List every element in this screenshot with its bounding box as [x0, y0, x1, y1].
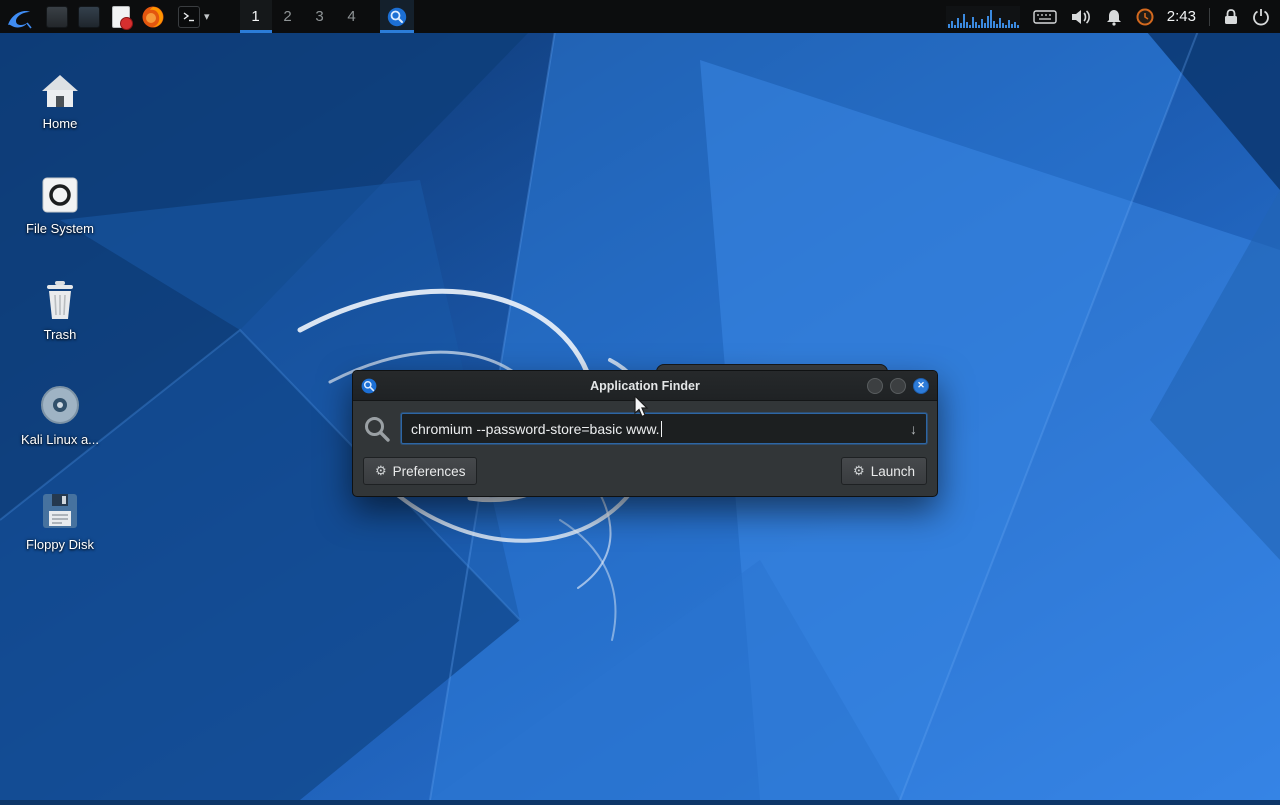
- panel-clock[interactable]: 2:43: [1167, 8, 1196, 25]
- window-launcher-icon[interactable]: [75, 3, 102, 30]
- workspace-switcher: 1 2 3 4: [239, 0, 368, 33]
- home-icon: [12, 58, 108, 110]
- top-panel: ▾ 1 2 3 4 2:43: [0, 0, 1280, 33]
- desktop-icon-label: Home: [42, 116, 78, 131]
- titlebar[interactable]: Application Finder ✕: [353, 371, 937, 401]
- launch-icon: ⚙: [853, 463, 865, 478]
- minimize-button[interactable]: [867, 377, 883, 394]
- launch-button[interactable]: ⚙ Launch: [841, 457, 927, 485]
- workspace-button-3[interactable]: 3: [304, 0, 336, 33]
- logout-icon[interactable]: [1252, 8, 1270, 26]
- tray-status-icon[interactable]: [1136, 8, 1154, 26]
- application-finder-icon: [387, 7, 406, 26]
- workspace-button-4[interactable]: 4: [336, 0, 368, 33]
- firefox-launcher-icon[interactable]: [139, 3, 166, 30]
- maximize-button[interactable]: [890, 377, 906, 394]
- drive-icon: [12, 163, 108, 215]
- close-button[interactable]: ✕: [913, 377, 929, 394]
- keyboard-layout-icon[interactable]: [1033, 9, 1057, 25]
- desktop-icon-label: File System: [26, 221, 94, 236]
- workspace-button-1[interactable]: 1: [239, 0, 272, 33]
- window-title: Application Finder: [590, 378, 700, 393]
- taskbar-application-finder[interactable]: [379, 0, 414, 33]
- trash-icon: [12, 269, 108, 321]
- volume-icon[interactable]: [1070, 8, 1092, 26]
- floppy-icon: [12, 479, 108, 531]
- chevron-down-icon: ▾: [204, 11, 210, 23]
- launch-button-label: Launch: [870, 463, 915, 479]
- close-icon: ✕: [917, 380, 925, 390]
- desktop-icon-label: Kali Linux a...: [20, 432, 100, 447]
- desktop-icon-label: Floppy Disk: [26, 537, 94, 552]
- file-manager-launcher-icon[interactable]: [43, 3, 70, 30]
- command-input[interactable]: chromium --password-store=basic www. ↓: [401, 413, 927, 444]
- desktop-icon-file-system[interactable]: File System: [12, 163, 108, 236]
- desktop-icon-home[interactable]: Home: [12, 58, 108, 131]
- terminal-dropdown[interactable]: ▾: [174, 0, 214, 33]
- window-icon: [361, 378, 377, 394]
- notifications-bell-icon[interactable]: [1105, 8, 1123, 26]
- preferences-button[interactable]: ⚙ Preferences: [363, 457, 478, 485]
- text-editor-launcher-icon[interactable]: [107, 3, 134, 30]
- desktop-icon-label: Trash: [43, 327, 77, 342]
- workspace-button-2[interactable]: 2: [272, 0, 304, 33]
- preferences-button-label: Preferences: [392, 463, 466, 479]
- search-icon: [365, 416, 390, 442]
- cpu-graph[interactable]: [945, 5, 1020, 28]
- history-dropdown-icon[interactable]: ↓: [910, 421, 917, 437]
- lock-screen-icon[interactable]: [1223, 8, 1239, 26]
- terminal-icon: [178, 5, 200, 28]
- kali-menu-icon[interactable]: [0, 0, 38, 33]
- desktop-icon-floppy[interactable]: Floppy Disk: [12, 479, 108, 552]
- desktop-icon-kali-cd[interactable]: Kali Linux a...: [12, 374, 108, 447]
- desktop-icon-trash[interactable]: Trash: [12, 269, 108, 342]
- application-finder-window: Application Finder ✕ chromium --password…: [352, 370, 938, 497]
- command-text: chromium --password-store=basic www.: [411, 420, 660, 437]
- panel-separator: [1209, 7, 1210, 26]
- gear-icon: ⚙: [375, 463, 387, 478]
- disc-icon: [12, 374, 108, 426]
- text-caret: [660, 420, 662, 437]
